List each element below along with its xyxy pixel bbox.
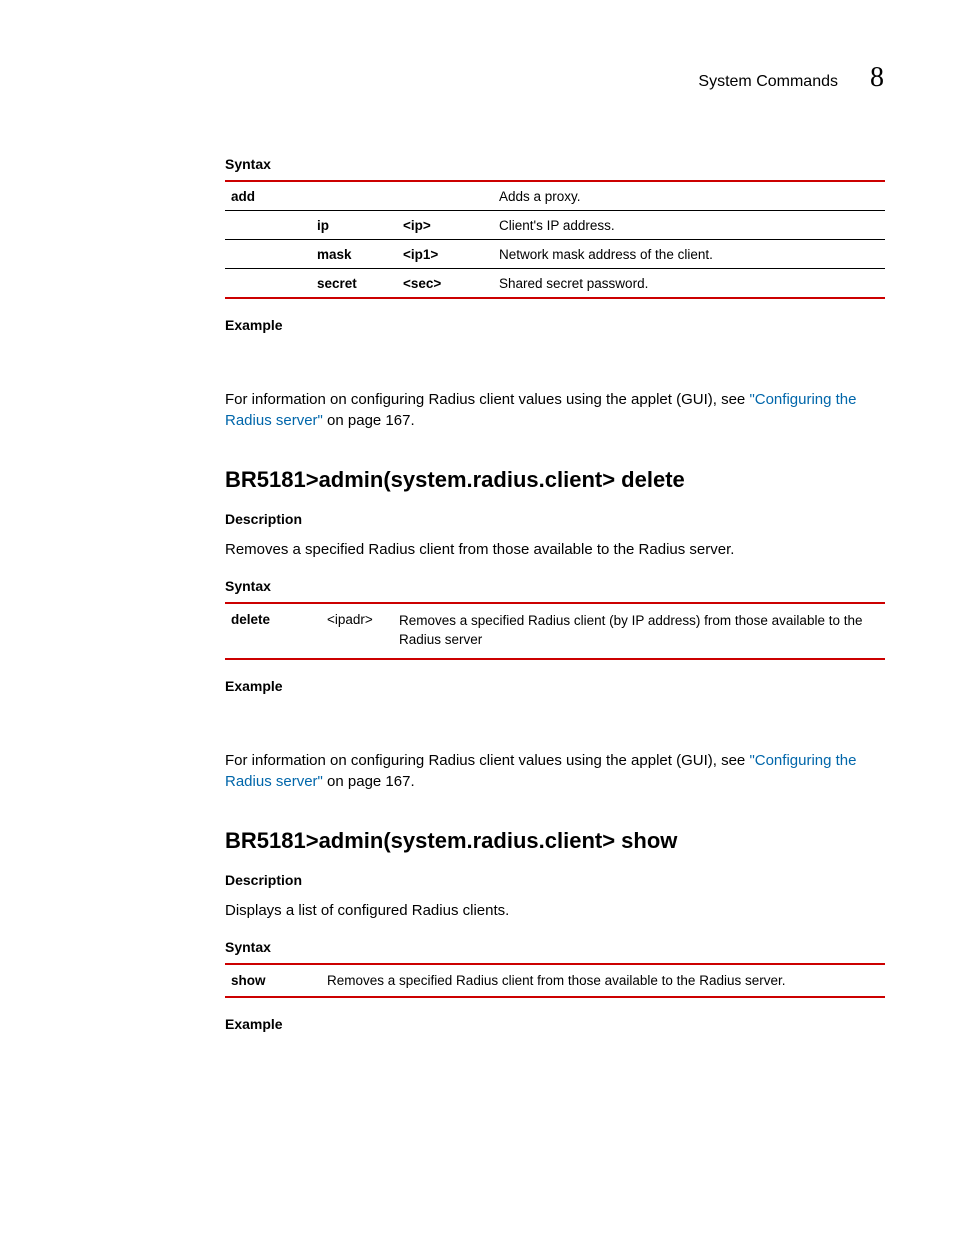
cmd-cell: delete <box>231 612 327 650</box>
desc-cell: Shared secret password. <box>499 276 885 291</box>
command-heading-show: BR5181>admin(system.radius.client> show <box>225 828 885 854</box>
page-content: Syntax add Adds a proxy. ip <ip> Client'… <box>225 138 885 1040</box>
sub-cell: secret <box>317 276 403 291</box>
syntax-label: Syntax <box>225 578 885 594</box>
table-row: add Adds a proxy. <box>225 182 885 211</box>
cmd-cell: add <box>231 189 317 204</box>
sub-cell: mask <box>317 247 403 262</box>
info-text: For information on configuring Radius cl… <box>225 391 749 408</box>
info-text-post: on page 167. <box>323 773 415 790</box>
syntax-label: Syntax <box>225 156 885 172</box>
chapter-number: 8 <box>870 62 884 94</box>
info-text: For information on configuring Radius cl… <box>225 752 749 769</box>
command-heading-delete: BR5181>admin(system.radius.client> delet… <box>225 467 885 493</box>
syntax-table-show: show Removes a specified Radius client f… <box>225 963 885 998</box>
arg-cell: <sec> <box>403 276 499 291</box>
cmd-cell <box>231 247 317 262</box>
desc-cell: Network mask address of the client. <box>499 247 885 262</box>
description-label: Description <box>225 872 885 888</box>
desc-cell: Removes a specified Radius client (by IP… <box>399 612 885 650</box>
header-title: System Commands <box>698 73 838 91</box>
cmd-cell <box>231 218 317 233</box>
table-row: ip <ip> Client's IP address. <box>225 211 885 240</box>
cmd-cell <box>231 276 317 291</box>
arg-cell: <ip> <box>403 218 499 233</box>
table-row: delete <ipadr> Removes a specified Radiu… <box>225 604 885 658</box>
sub-cell <box>317 189 403 204</box>
description-label: Description <box>225 511 885 527</box>
table-row: show Removes a specified Radius client f… <box>225 965 885 996</box>
table-row: mask <ip1> Network mask address of the c… <box>225 240 885 269</box>
syntax-table-add: add Adds a proxy. ip <ip> Client's IP ad… <box>225 180 885 299</box>
arg-cell <box>403 189 499 204</box>
example-label: Example <box>225 1016 885 1032</box>
page-header: System Commands 8 <box>698 62 884 94</box>
arg-cell: <ip1> <box>403 247 499 262</box>
example-label: Example <box>225 317 885 333</box>
description-text: Displays a list of configured Radius cli… <box>225 900 885 921</box>
desc-cell: Removes a specified Radius client from t… <box>327 973 885 988</box>
info-paragraph: For information on configuring Radius cl… <box>225 750 885 792</box>
cmd-cell: show <box>231 973 327 988</box>
desc-cell: Adds a proxy. <box>499 189 885 204</box>
example-label: Example <box>225 678 885 694</box>
description-text: Removes a specified Radius client from t… <box>225 539 885 560</box>
sub-cell: ip <box>317 218 403 233</box>
desc-cell: Client's IP address. <box>499 218 885 233</box>
info-text-post: on page 167. <box>323 412 415 429</box>
arg-cell: <ipadr> <box>327 612 399 650</box>
syntax-table-delete: delete <ipadr> Removes a specified Radiu… <box>225 602 885 660</box>
syntax-label: Syntax <box>225 939 885 955</box>
info-paragraph: For information on configuring Radius cl… <box>225 389 885 431</box>
table-row: secret <sec> Shared secret password. <box>225 269 885 299</box>
